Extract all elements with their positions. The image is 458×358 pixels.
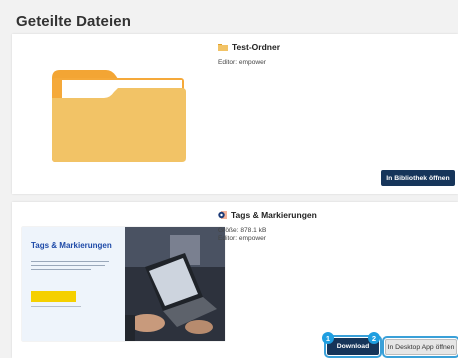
presentation-thumbnail[interactable]: Tags & Markierungen	[22, 227, 225, 341]
slide-text-line	[31, 306, 81, 308]
open-in-library-button[interactable]: In Bibliothek öffnen	[381, 170, 455, 186]
folder-icon	[218, 43, 228, 51]
slide-text-line	[31, 265, 105, 267]
powerpoint-icon	[218, 211, 227, 219]
slide-title: Tags & Markierungen	[31, 241, 112, 250]
file-name: Tags & Markierungen	[231, 210, 317, 220]
file-editor: Editor: empower	[218, 235, 267, 242]
file-editor: Editor: empower	[218, 59, 267, 66]
slide-text-line	[31, 269, 91, 271]
file-title: Tags & Markierungen	[218, 210, 317, 220]
folder-thumbnail[interactable]	[48, 64, 188, 164]
page-title: Geteilte Dateien	[16, 13, 131, 30]
file-name: Test-Ordner	[232, 42, 281, 52]
folder-icon	[52, 70, 186, 162]
file-card-folder: Test-Ordner Editor: empower In Bibliothe…	[12, 34, 458, 194]
slide-text-line	[31, 261, 109, 263]
file-title: Test-Ordner	[218, 42, 280, 52]
step-marker-1: 1	[322, 332, 334, 344]
open-in-desktop-app-button[interactable]: In Desktop App öffnen	[382, 336, 458, 358]
slide-text-panel: Tags & Markierungen	[22, 227, 125, 341]
slide-photo	[125, 227, 225, 341]
file-card-presentation: Tags & Markierungen Tags & Markierungen …	[12, 202, 458, 358]
slide-highlight-box	[31, 291, 76, 302]
step-marker-2: 2	[368, 332, 380, 344]
